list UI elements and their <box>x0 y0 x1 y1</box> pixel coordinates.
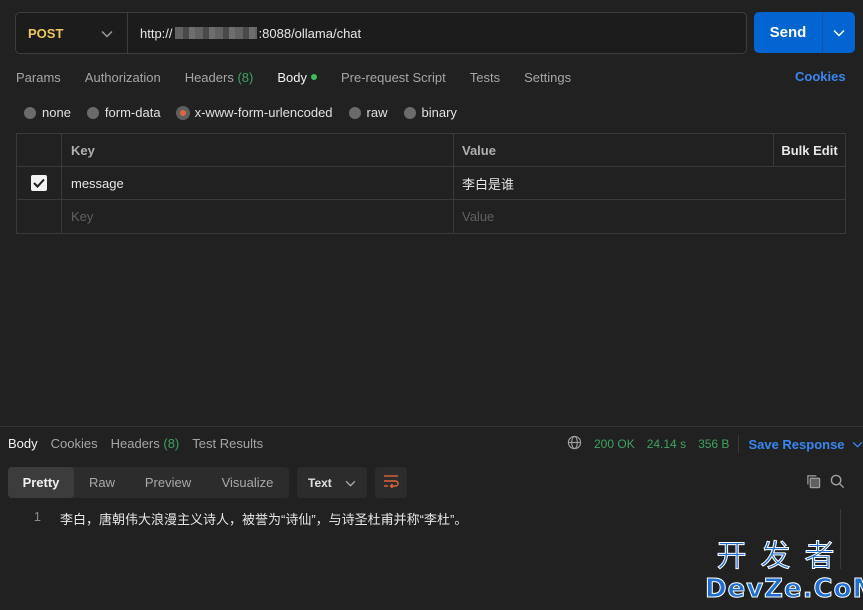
redacted-host <box>174 27 257 39</box>
key-placeholder-cell[interactable]: Key <box>62 200 454 233</box>
response-body[interactable]: 1 李白，唐朝伟大浪漫主义诗人，被誉为“诗仙”，与诗圣杜甫并称“李杜”。 <box>0 509 468 528</box>
response-tab-headers-label: Headers <box>110 435 160 451</box>
tab-headers-label: Headers <box>184 69 234 85</box>
radio-circle <box>403 106 416 119</box>
send-options-button[interactable] <box>823 25 855 40</box>
status-code[interactable]: 200 OK <box>594 437 635 451</box>
response-tab-cookies[interactable]: Cookies <box>51 436 98 451</box>
value-column-header: Value <box>462 142 496 158</box>
radio-raw-label: raw <box>366 105 388 120</box>
radio-binary[interactable]: binary <box>403 105 457 120</box>
radio-form-data[interactable]: form-data <box>86 105 161 120</box>
tab-params[interactable]: Params <box>16 70 61 85</box>
tab-body[interactable]: Body <box>277 70 317 85</box>
copy-icon[interactable] <box>806 474 821 492</box>
url-prefix: http:// <box>140 25 173 41</box>
save-response-button[interactable]: Save Response <box>748 437 844 452</box>
empty-checkbox-cell <box>17 200 62 233</box>
radio-none[interactable]: none <box>24 105 71 120</box>
response-tab-test-results[interactable]: Test Results <box>192 436 263 451</box>
request-url-bar: POST http:// :8088/ollama/chat <box>15 12 747 54</box>
radio-binary-label: binary <box>421 105 457 120</box>
radio-urlencoded[interactable]: x-www-form-urlencoded <box>176 105 333 120</box>
tab-settings[interactable]: Settings <box>524 70 571 85</box>
key-column-header: Key <box>62 134 454 166</box>
format-select[interactable]: Text <box>297 467 367 498</box>
view-visualize[interactable]: Visualize <box>206 467 289 498</box>
tab-body-label: Body <box>277 69 307 85</box>
watermark-bottom: DevZe.CoM <box>705 574 863 605</box>
chevron-down-icon <box>101 26 113 41</box>
url-suffix: :8088/ollama/chat <box>258 25 362 41</box>
response-headers-count: (8) <box>163 435 180 451</box>
radio-none-label: none <box>42 105 71 120</box>
table-header-row: Key Value Bulk Edit <box>17 134 845 167</box>
body-indicator-dot <box>310 73 317 80</box>
table-row-new: Key Value <box>17 200 845 233</box>
watermark-logo: 开发者 DevZe.CoM <box>705 539 863 605</box>
value-placeholder-cell[interactable]: Value <box>454 200 845 233</box>
tab-headers[interactable]: Headers (8) <box>185 70 254 85</box>
response-tabs: Body Cookies Headers (8) Test Results <box>8 434 276 452</box>
format-label: Text <box>308 475 332 490</box>
send-button[interactable]: Send <box>754 24 822 41</box>
body-type-radios: none form-data x-www-form-urlencoded raw… <box>24 105 473 120</box>
response-line-text: 李白，唐朝伟大浪漫主义诗人，被誉为“诗仙”，与诗圣杜甫并称“李杜”。 <box>60 512 468 527</box>
chevron-down-icon <box>345 476 356 490</box>
method-label: POST <box>28 25 64 41</box>
radio-raw[interactable]: raw <box>348 105 388 120</box>
key-value-table: Key Value Bulk Edit message 李白是谁 Key Val… <box>16 133 846 234</box>
request-tabs: Params Authorization Headers (8) Body Pr… <box>16 68 595 86</box>
chevron-down-icon <box>833 25 845 40</box>
checkmark-icon <box>33 178 45 188</box>
table-row: message 李白是谁 <box>17 167 845 200</box>
response-tab-headers[interactable]: Headers (8) <box>111 436 180 451</box>
checkbox-column-header <box>17 134 62 166</box>
search-icon[interactable] <box>830 474 845 492</box>
tab-pre-request-script[interactable]: Pre-request Script <box>341 70 446 85</box>
radio-circle <box>348 106 361 119</box>
radio-urlencoded-label: x-www-form-urlencoded <box>194 105 333 120</box>
radio-form-data-label: form-data <box>104 105 161 120</box>
status-separator <box>738 435 740 453</box>
globe-icon[interactable] <box>567 435 582 453</box>
url-input[interactable]: http:// :8088/ollama/chat <box>128 26 361 41</box>
tab-headers-count: (8) <box>237 69 254 85</box>
key-cell[interactable]: message <box>62 167 454 199</box>
send-button-group: Send <box>754 12 855 53</box>
line-number: 1 <box>33 509 41 524</box>
row-checkbox-cell <box>17 167 62 199</box>
wrap-lines-button[interactable] <box>375 467 407 498</box>
response-time[interactable]: 24.14 s <box>647 437 686 451</box>
radio-circle-selected <box>176 106 189 119</box>
view-preview[interactable]: Preview <box>130 467 206 498</box>
view-raw[interactable]: Raw <box>74 467 130 498</box>
response-view-selector: Pretty Raw Preview Visualize <box>8 467 289 498</box>
view-pretty[interactable]: Pretty <box>8 467 74 498</box>
response-status-bar: 200 OK 24.14 s 356 B Save Response <box>567 435 863 453</box>
watermark-top: 开发者 <box>716 539 849 574</box>
row-checkbox[interactable] <box>31 175 47 191</box>
value-cell[interactable]: 李白是谁 <box>454 167 845 199</box>
response-size[interactable]: 356 B <box>698 437 729 451</box>
tab-tests[interactable]: Tests <box>470 70 500 85</box>
bulk-edit-button[interactable]: Bulk Edit <box>773 134 845 166</box>
radio-circle <box>86 106 99 119</box>
wrap-lines-icon <box>383 474 399 491</box>
tab-authorization[interactable]: Authorization <box>85 70 161 85</box>
cookies-link[interactable]: Cookies <box>795 69 846 84</box>
response-tab-body[interactable]: Body <box>8 436 38 451</box>
radio-circle <box>24 106 36 119</box>
response-divider[interactable] <box>0 426 863 427</box>
chevron-down-icon[interactable] <box>852 437 863 451</box>
method-select[interactable]: POST <box>16 13 128 53</box>
